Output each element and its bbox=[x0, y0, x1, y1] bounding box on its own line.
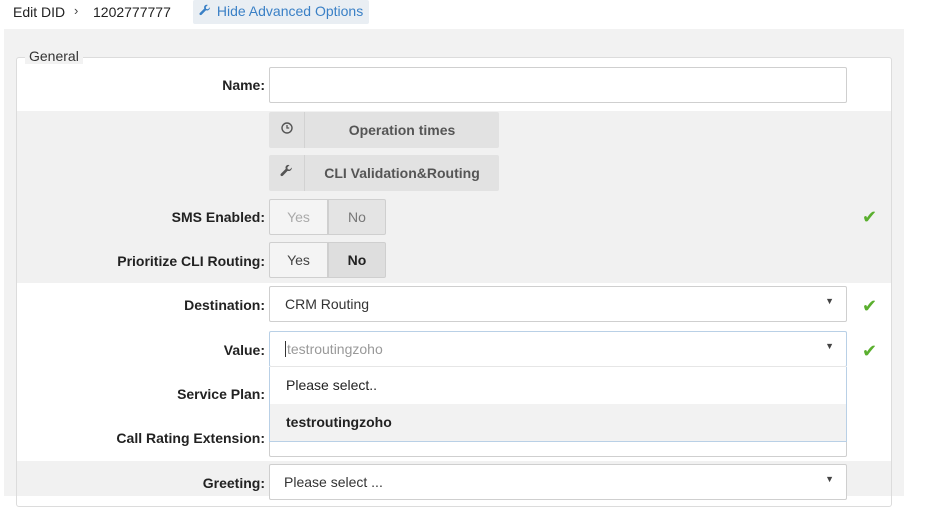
dropdown-option-highlighted[interactable]: testroutingzoho bbox=[270, 404, 846, 441]
service-plan-label: Service Plan: bbox=[177, 386, 265, 402]
fieldset-legend: General bbox=[25, 48, 83, 64]
wrench-icon bbox=[269, 155, 305, 191]
destination-value: CRM Routing bbox=[285, 296, 370, 312]
clock-icon bbox=[269, 112, 305, 148]
cli-validation-routing-button[interactable]: CLI Validation&Routing bbox=[269, 155, 499, 191]
wrench-icon bbox=[199, 3, 213, 19]
greeting-select[interactable]: Please select ... ▼ bbox=[269, 464, 847, 500]
header-bar: Edit DID › 1202777777 Hide Advanced Opti… bbox=[0, 0, 946, 26]
check-icon: ✔ bbox=[862, 341, 878, 361]
prioritize-cli-yes[interactable]: Yes bbox=[269, 242, 328, 278]
hide-advanced-options-button[interactable]: Hide Advanced Options bbox=[193, 0, 369, 24]
destination-select[interactable]: CRM Routing ▼ bbox=[269, 286, 847, 322]
operation-times-button[interactable]: Operation times bbox=[269, 112, 499, 148]
prioritize-cli-routing-label: Prioritize CLI Routing: bbox=[117, 253, 265, 269]
name-label: Name: bbox=[222, 77, 265, 93]
chevron-down-icon: ▼ bbox=[825, 296, 834, 306]
sms-enabled-toggle: Yes No bbox=[269, 199, 386, 235]
value-label: Value: bbox=[223, 342, 265, 358]
breadcrumb-edit: Edit DID bbox=[13, 4, 66, 20]
sms-enabled-yes[interactable]: Yes bbox=[269, 199, 328, 235]
breadcrumb-did-number: 1202777777 bbox=[93, 4, 171, 20]
cli-validation-routing-label: CLI Validation&Routing bbox=[324, 165, 480, 181]
sms-enabled-no[interactable]: No bbox=[328, 199, 386, 235]
chevron-down-icon: ▼ bbox=[825, 474, 834, 484]
name-input[interactable] bbox=[269, 67, 847, 103]
breadcrumb-separator: › bbox=[74, 3, 79, 18]
destination-label: Destination: bbox=[184, 297, 265, 313]
check-icon: ✔ bbox=[862, 207, 878, 227]
hide-advanced-options-label: Hide Advanced Options bbox=[216, 3, 364, 19]
prioritize-cli-no[interactable]: No bbox=[328, 242, 386, 278]
value-search-text[interactable]: testroutingzoho bbox=[285, 341, 383, 357]
chevron-down-icon: ▼ bbox=[825, 341, 834, 351]
value-select[interactable]: testroutingzoho ▼ bbox=[269, 331, 847, 367]
call-rating-extension-label: Call Rating Extension: bbox=[116, 430, 265, 446]
check-icon: ✔ bbox=[862, 296, 878, 316]
prioritize-cli-routing-toggle: Yes No bbox=[269, 242, 386, 278]
greeting-value: Please select ... bbox=[284, 474, 383, 490]
greeting-label: Greeting: bbox=[202, 475, 265, 491]
value-dropdown: Please select.. testroutingzoho bbox=[269, 367, 847, 442]
sms-enabled-label: SMS Enabled: bbox=[171, 209, 265, 225]
dropdown-option[interactable]: Please select.. bbox=[270, 367, 846, 404]
operation-times-label: Operation times bbox=[348, 122, 456, 138]
